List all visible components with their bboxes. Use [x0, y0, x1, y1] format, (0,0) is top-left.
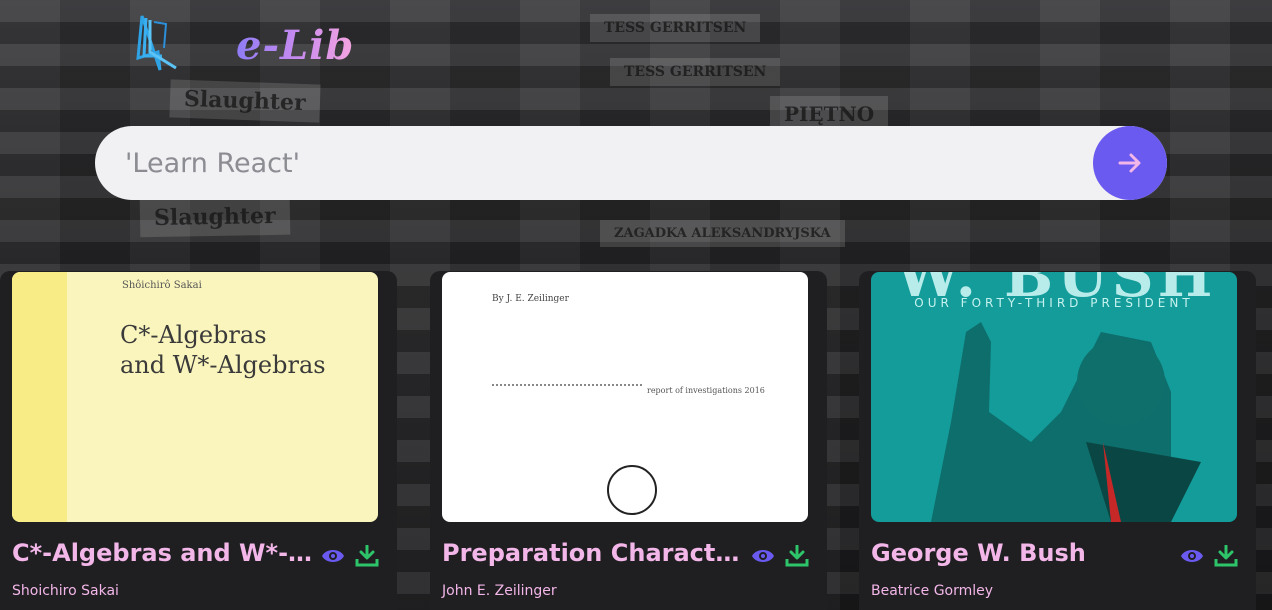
arrow-right-icon — [1118, 153, 1141, 173]
search-submit-button[interactable] — [1093, 126, 1167, 200]
book-cover[interactable]: W. BUSH OUR FORTY-THIRD PRESIDENT — [871, 272, 1237, 522]
background-book: Slaughter — [139, 196, 290, 238]
download-icon[interactable] — [785, 545, 809, 567]
background-book: ZAGADKA ALEKSANDRYJSKA — [600, 220, 845, 247]
app-name: e-Lib — [236, 22, 355, 69]
book-card[interactable]: W. BUSH OUR FORTY-THIRD PRESIDENT George… — [859, 271, 1256, 610]
book-author: Beatrice Gormley — [871, 583, 994, 599]
book-grid: Shôichirô Sakai C*-Algebras and W*-Algeb… — [0, 271, 1272, 610]
search-input[interactable] — [125, 140, 1075, 186]
app-logo[interactable]: e-Lib — [136, 12, 376, 74]
download-icon[interactable] — [355, 545, 379, 567]
cover-author: By J. E. Zeilinger — [492, 294, 569, 304]
publisher-seal-icon — [607, 465, 657, 515]
search-bar — [95, 126, 1167, 200]
cover-title-line: and W*-Algebras — [120, 351, 326, 379]
book-card[interactable]: Shôichirô Sakai C*-Algebras and W*-Algeb… — [0, 271, 397, 610]
eye-icon[interactable] — [751, 545, 775, 567]
cover-title: C*-Algebras and W*-Algebras — [120, 320, 360, 380]
book-card[interactable]: By J. E. Zeilinger report of investigati… — [430, 271, 827, 610]
book-title[interactable]: C*-Algebras and W*-Algebras — [12, 539, 322, 567]
download-icon[interactable] — [1214, 545, 1238, 567]
portrait-image — [931, 322, 1201, 522]
book-author: John E. Zeilinger — [442, 583, 557, 599]
cover-title-line: C*-Algebras — [120, 321, 267, 349]
eye-icon[interactable] — [321, 545, 345, 567]
cover-dotted-line — [492, 384, 642, 390]
cover-author: Shôichirô Sakai — [122, 280, 202, 291]
eye-icon[interactable] — [1180, 545, 1204, 567]
book-author: Shoichiro Sakai — [12, 583, 119, 599]
background-book: TESS GERRITSEN — [610, 58, 781, 86]
background-book: Slaughter — [169, 79, 321, 123]
book-title[interactable]: Preparation Characterization of Entangle… — [442, 539, 752, 567]
cover-strip — [12, 272, 67, 522]
book-title[interactable]: George W. Bush — [871, 539, 1181, 567]
book-cover[interactable]: By J. E. Zeilinger report of investigati… — [442, 272, 808, 522]
cover-subtitle: report of investigations 2016 — [647, 386, 765, 395]
book-icon — [136, 15, 177, 71]
book-cover[interactable]: Shôichirô Sakai C*-Algebras and W*-Algeb… — [12, 272, 378, 522]
background-book: TESS GERRITSEN — [590, 14, 761, 42]
